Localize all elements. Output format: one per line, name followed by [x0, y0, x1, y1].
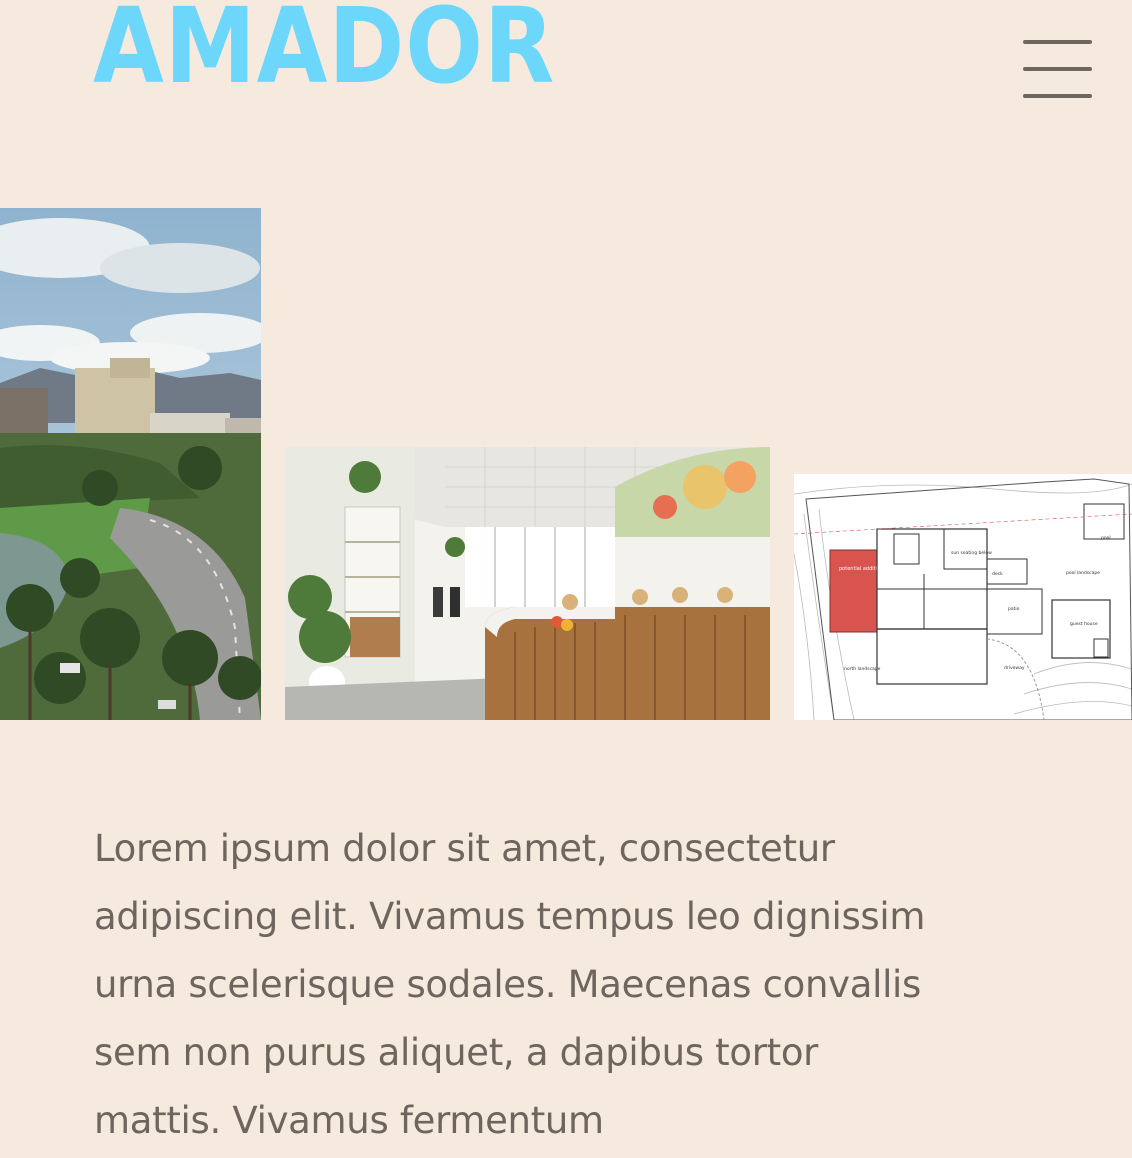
label-guest-house: guest house: [1070, 621, 1098, 627]
site-logo[interactable]: AMADÒR: [93, 0, 555, 98]
label-driveway: driveway: [1004, 665, 1025, 671]
label-pool-landscape: pool landscape: [1066, 570, 1100, 576]
intro-paragraph: Lorem ipsum dolor sit amet, consectetur …: [94, 827, 926, 1142]
label-patio: patio: [1008, 606, 1020, 612]
label-north-landscape: north landscape: [844, 666, 881, 672]
floor-plan-drawing[interactable]: potential addition sun seating below dec…: [794, 474, 1132, 720]
hamburger-menu-icon[interactable]: [1018, 38, 1098, 104]
label-sun-seating: sun seating below: [951, 550, 992, 556]
menu-line-bottom: [1023, 94, 1092, 98]
cafe-interior-photo[interactable]: [285, 447, 770, 720]
menu-line-middle: [1023, 67, 1092, 71]
label-pool: pool: [1101, 535, 1111, 541]
city-park-photo[interactable]: [0, 208, 261, 720]
label-deck: deck: [992, 571, 1003, 577]
menu-line-top: [1023, 40, 1092, 44]
